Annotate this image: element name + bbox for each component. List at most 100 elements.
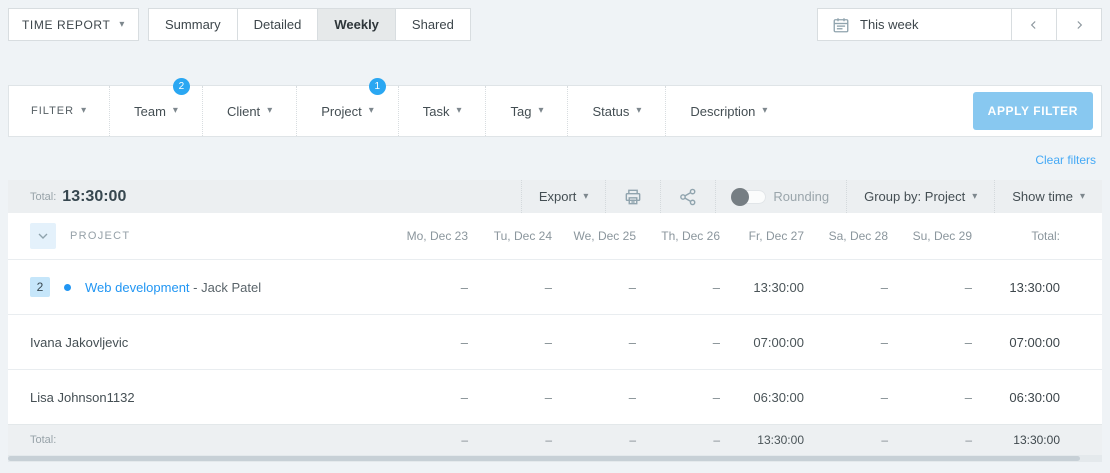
horizontal-scrollbar[interactable] [8, 455, 1102, 462]
filter-status[interactable]: Status ▾ [567, 86, 665, 136]
day-value: – [964, 279, 972, 295]
report-total: Total: 13:30:00 [8, 180, 521, 213]
caret-down-icon: ▾ [972, 190, 978, 202]
filter-project[interactable]: Project ▾ 1 [296, 78, 398, 136]
day-value: 13:30:00 [753, 279, 804, 295]
day-column-header: Fr, Dec 27 [748, 229, 804, 243]
filter-dropdown[interactable]: FILTER ▾ [9, 86, 109, 136]
tab-detailed[interactable]: Detailed [236, 8, 319, 41]
day-value: – [544, 279, 552, 295]
day-column-header: Mo, Dec 23 [406, 229, 468, 243]
filter-task[interactable]: Task ▾ [397, 86, 486, 136]
export-dropdown[interactable]: Export ▾ [520, 180, 606, 213]
total-label: Total: [30, 190, 57, 203]
filter-tag[interactable]: Tag ▾ [485, 86, 567, 136]
day-value: – [880, 279, 888, 295]
row-total: 13:30:00 [1009, 279, 1060, 295]
print-icon [626, 189, 641, 204]
footer-day-value: – [461, 433, 468, 447]
next-week-button[interactable] [1056, 9, 1101, 40]
filter-bar: FILTER ▾ Team ▾ 2 Client ▾ Project ▾ 1 T… [8, 78, 1102, 137]
day-value: – [628, 279, 636, 295]
apply-filter-button[interactable]: APPLY FILTER [972, 92, 1093, 130]
caret-down-icon: ▾ [81, 105, 88, 116]
day-value: – [460, 389, 468, 405]
footer-day-value: – [713, 433, 720, 447]
report-type-dropdown[interactable]: TIME REPORT ▾ [8, 8, 140, 41]
team-filter-badge: 2 [172, 78, 190, 95]
caret-down-icon: ▾ [636, 105, 642, 116]
calendar-icon [833, 17, 849, 32]
group-by-label: Group by: Project [864, 189, 966, 204]
filter-item-label: Project [321, 103, 362, 119]
day-value: – [544, 334, 552, 350]
project-name-link[interactable]: Web development [85, 280, 190, 295]
rounding-toggle[interactable] [731, 187, 767, 206]
chevron-right-icon [1077, 20, 1083, 29]
caret-down-icon: ▾ [172, 105, 178, 116]
table-header-row: PROJECT Mo, Dec 23 Tu, Dec 24 We, Dec 25… [8, 213, 1102, 259]
filter-team[interactable]: Team ▾ 2 [109, 78, 202, 136]
day-value: – [460, 334, 468, 350]
filter-client[interactable]: Client ▾ [201, 86, 296, 136]
tab-summary[interactable]: Summary [148, 8, 238, 41]
show-time-label: Show time [1012, 189, 1073, 204]
day-column-header: Sa, Dec 28 [828, 229, 888, 243]
group-by-dropdown[interactable]: Group by: Project ▾ [846, 180, 994, 213]
day-column-header: Th, Dec 26 [661, 229, 720, 243]
print-button[interactable] [605, 180, 660, 213]
caret-down-icon: ▾ [456, 105, 462, 116]
date-range-label: This week [860, 17, 919, 32]
date-range-picker: This week [817, 8, 1102, 41]
show-time-dropdown[interactable]: Show time ▾ [994, 180, 1102, 213]
day-value: 07:00:00 [753, 334, 804, 350]
filter-item-label: Tag [510, 103, 532, 119]
member-name: Ivana Jakovljevic [30, 334, 129, 350]
footer-day-value: – [965, 433, 972, 447]
date-range-button[interactable]: This week [818, 9, 1011, 40]
footer-total-label: Total: [30, 434, 57, 446]
table-row: Ivana Jakovljevic – – – – 07:00:00 – – 0… [8, 314, 1102, 369]
tab-shared[interactable]: Shared [394, 8, 471, 41]
table-row: Lisa Johnson1132 – – – – 06:30:00 – – 06… [8, 369, 1102, 424]
caret-down-icon: ▾ [583, 190, 589, 202]
day-value: 06:30:00 [753, 389, 804, 405]
caret-down-icon: ▾ [762, 105, 768, 116]
caret-down-icon: ▾ [267, 105, 273, 116]
day-value: – [880, 389, 888, 405]
day-value: – [460, 279, 468, 295]
footer-day-value: – [545, 433, 552, 447]
total-value: 13:30:00 [62, 187, 127, 205]
caret-down-icon: ▾ [368, 105, 374, 116]
day-column-header: We, Dec 25 [573, 229, 636, 243]
export-label: Export [538, 189, 577, 204]
day-value: – [712, 334, 720, 350]
entry-count-badge[interactable]: 2 [30, 277, 50, 297]
footer-day-value: 13:30:00 [757, 433, 804, 447]
filter-description[interactable]: Description ▾ [665, 86, 791, 136]
project-name-group: Web development - Jack Patel [85, 280, 261, 295]
clear-filters-link[interactable]: Clear filters [1035, 153, 1096, 167]
weekly-report-table: Total: 13:30:00 Export ▾ Rounding Group … [8, 180, 1102, 462]
collapse-all-button[interactable] [30, 223, 56, 249]
previous-week-button[interactable] [1011, 9, 1056, 40]
day-column-header: Su, Dec 29 [912, 229, 972, 243]
share-button[interactable] [660, 180, 715, 213]
table-footer-row: Total: – – – – 13:30:00 – – 13:30:00 [8, 424, 1102, 455]
day-value: – [964, 334, 972, 350]
project-member-suffix: - Jack Patel [193, 279, 262, 295]
tab-label: Summary [165, 17, 221, 32]
report-toolbar: Total: 13:30:00 Export ▾ Rounding Group … [8, 180, 1102, 213]
project-column-header: PROJECT [70, 230, 131, 242]
tab-weekly[interactable]: Weekly [317, 8, 396, 41]
caret-down-icon: ▾ [538, 105, 544, 116]
report-nav: TIME REPORT ▾ Summary Detailed Weekly Sh… [8, 8, 471, 41]
filter-item-label: Task [422, 103, 450, 119]
filter-item-label: Client [226, 103, 261, 119]
chevron-left-icon [1030, 20, 1036, 29]
scrollbar-thumb[interactable] [8, 456, 1081, 461]
day-value: – [880, 334, 888, 350]
table-row: 2 Web development - Jack Patel – – – – 1… [8, 259, 1102, 314]
member-name: Lisa Johnson1132 [30, 389, 135, 405]
day-value: – [712, 389, 720, 405]
